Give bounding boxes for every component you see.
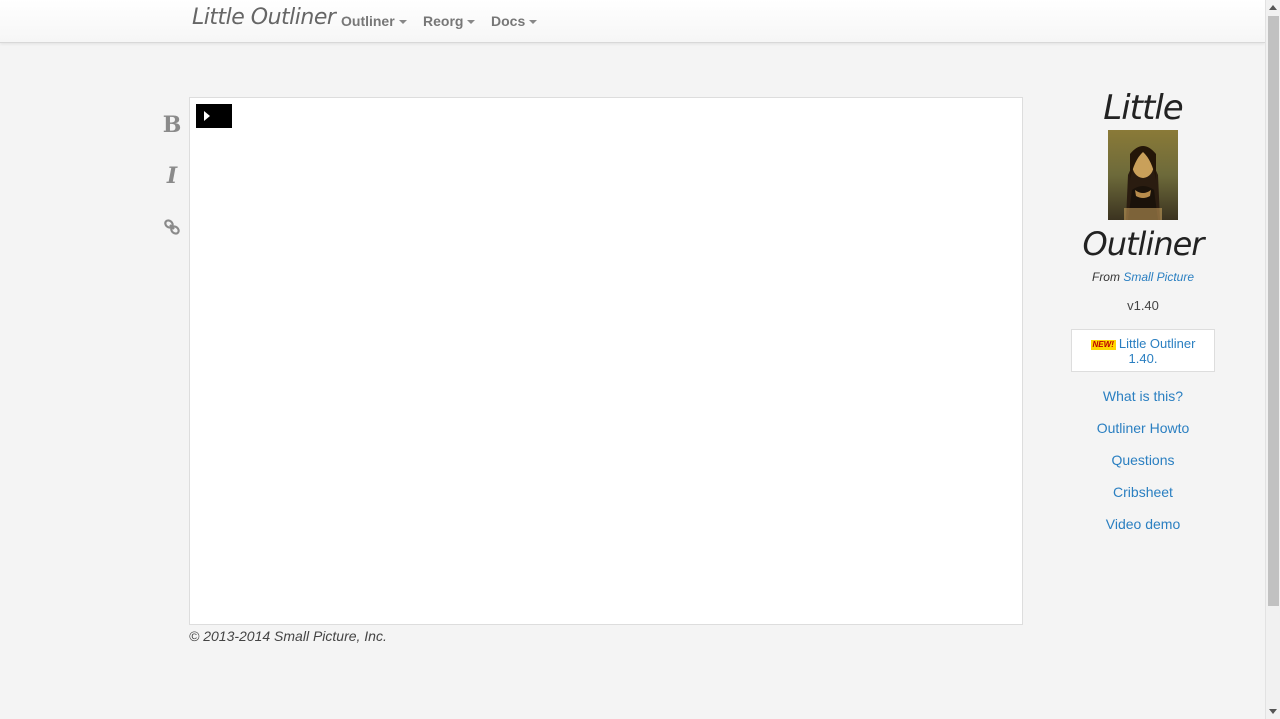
menu-outliner-label: Outliner [341, 13, 395, 29]
caret-down-icon [398, 20, 407, 25]
bold-button[interactable]: B [160, 112, 184, 138]
menu-docs-label: Docs [491, 13, 526, 29]
brand-logo[interactable]: Little Outliner [192, 5, 336, 30]
scroll-down-arrow-icon[interactable] [1269, 709, 1277, 714]
italic-icon: I [166, 163, 178, 189]
caret-down-icon [467, 20, 476, 25]
expand-triangle-icon[interactable] [204, 111, 210, 121]
menu-reorg-label: Reorg [423, 13, 464, 29]
vertical-scrollbar[interactable] [1265, 0, 1280, 719]
link-icon [164, 219, 180, 235]
news-box: NEW! Little Outliner 1.40. [1071, 329, 1215, 372]
link-video-demo[interactable]: Video demo [1071, 516, 1215, 532]
caret-down-icon [529, 20, 538, 25]
link-button[interactable] [160, 217, 184, 242]
from-prefix: From [1091, 270, 1124, 284]
link-questions[interactable]: Questions [1071, 452, 1215, 468]
sidebar: Little Outliner From Small Picture v1.40… [1071, 88, 1215, 532]
news-link[interactable]: Little Outliner 1.40. [1119, 336, 1196, 366]
logo-title-top: Little [1103, 88, 1183, 128]
new-badge: NEW! [1090, 339, 1116, 350]
link-cribsheet[interactable]: Cribsheet [1071, 484, 1215, 500]
scroll-up-arrow-icon[interactable] [1269, 5, 1277, 10]
menu-reorg[interactable]: Reorg [423, 13, 476, 29]
small-picture-link[interactable]: Small Picture [1123, 270, 1194, 284]
bold-icon: B [162, 112, 182, 138]
outline-headline[interactable] [196, 104, 232, 128]
top-navbar: Little Outliner Outliner Reorg Docs [0, 0, 1265, 43]
link-what-is-this[interactable]: What is this? [1071, 388, 1215, 404]
menu-docs[interactable]: Docs [491, 13, 538, 29]
menu-outliner[interactable]: Outliner [341, 13, 407, 29]
scrollbar-thumb[interactable] [1268, 16, 1279, 606]
link-outliner-howto[interactable]: Outliner Howto [1071, 420, 1215, 436]
italic-button[interactable]: I [160, 163, 184, 189]
from-credit: From Small Picture [1071, 270, 1215, 284]
logo-title-bottom: Outliner [1082, 225, 1205, 263]
mona-lisa-portrait-image [1108, 130, 1178, 220]
version-label: v1.40 [1127, 298, 1159, 313]
outline-editor[interactable] [189, 97, 1023, 625]
copyright-footer: © 2013-2014 Small Picture, Inc. [189, 628, 387, 644]
